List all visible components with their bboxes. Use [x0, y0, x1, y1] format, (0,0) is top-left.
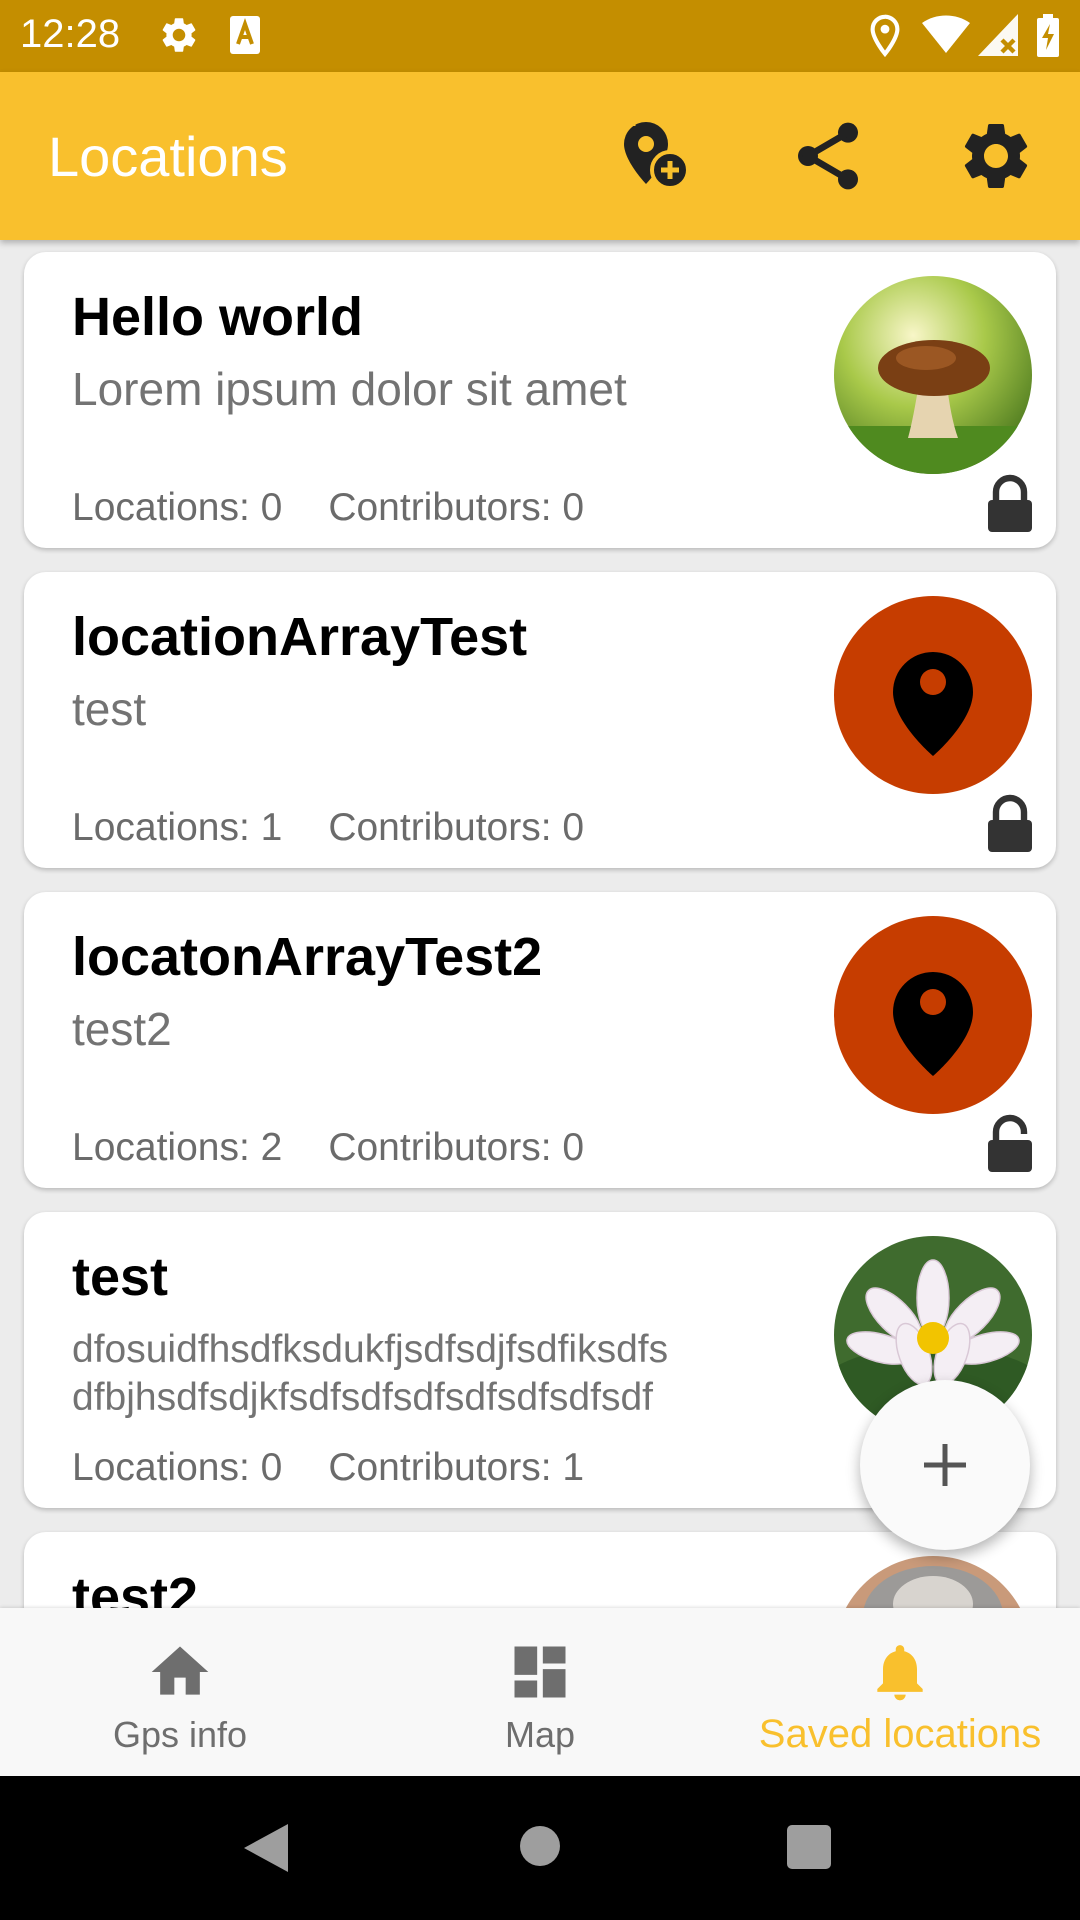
- keyboard-notification-icon: [230, 16, 260, 54]
- mushroom-thumbnail: [834, 276, 1032, 474]
- location-card[interactable]: locationArrayTest test Locations: 1 Contr…: [24, 572, 1056, 868]
- nav-label: Gps info: [112, 1714, 248, 1755]
- nav-item-gps-info[interactable]: Gps info: [0, 1608, 360, 1776]
- cat-thumbnail: [834, 1556, 1032, 1608]
- add-button[interactable]: [860, 1380, 1030, 1550]
- location-status-icon: [870, 14, 900, 58]
- card-meta: Locations: 0 Contributors: 0: [72, 486, 584, 530]
- card-meta: Locations: 0 Contributors: 1: [72, 1446, 584, 1490]
- system-navigation-bar: [0, 1776, 1080, 1920]
- battery-charging-icon: [1037, 14, 1059, 57]
- add-location-icon[interactable]: [616, 116, 696, 196]
- share-icon[interactable]: [788, 116, 868, 196]
- card-description: dfosuidfhsdfksdukfjsdfsdjfsdfiksdfs dfbj…: [72, 1328, 669, 1419]
- card-meta: Locations: 1 Contributors: 0: [72, 806, 584, 850]
- status-bar: 12:28: [0, 0, 1080, 72]
- location-card[interactable]: locatonArrayTest2 test2 Locations: 2 Cont…: [24, 892, 1056, 1188]
- lock-icon: [988, 474, 1032, 532]
- card-meta: Locations: 2 Contributors: 0: [72, 1126, 584, 1170]
- recents-icon[interactable]: [786, 1824, 832, 1870]
- status-time: 12:28: [20, 12, 121, 56]
- plus-icon: [924, 1444, 966, 1486]
- bottom-navigation: Gps info Map Saved locations: [0, 1608, 1080, 1776]
- app-bar: Locations: [0, 72, 1080, 240]
- card-description: Lorem ipsum dolor sit amet: [72, 363, 627, 415]
- contributors-count: Contributors: 0: [328, 1126, 585, 1169]
- card-title: locationArrayTest: [72, 607, 528, 667]
- home-icon: [151, 1646, 209, 1695]
- settings-icon[interactable]: [956, 116, 1036, 196]
- cell-signal-icon: [978, 14, 1018, 56]
- lock-icon: [988, 794, 1032, 852]
- locations-count: Locations: 0: [72, 486, 283, 529]
- card-title: locatonArrayTest2: [72, 927, 543, 987]
- contributors-count: Contributors: 0: [328, 486, 585, 529]
- locations-count: Locations: 1: [72, 806, 283, 849]
- nav-item-map[interactable]: Map: [360, 1608, 720, 1776]
- back-icon[interactable]: [240, 1820, 292, 1876]
- contributors-count: Contributors: 1: [328, 1446, 585, 1489]
- nav-label: Saved locations: [758, 1712, 1042, 1756]
- locations-count: Locations: 2: [72, 1126, 283, 1169]
- page-title: Locations: [48, 125, 288, 188]
- card-title: test: [72, 1247, 169, 1307]
- wifi-icon: [922, 15, 970, 53]
- card-description: test: [72, 683, 147, 735]
- map-pin-icon: [834, 596, 1032, 794]
- contributors-count: Contributors: 0: [328, 806, 585, 849]
- nav-item-saved-locations[interactable]: Saved locations: [720, 1608, 1080, 1776]
- dashboard-icon: [514, 1646, 566, 1698]
- card-description: test2: [72, 1003, 172, 1055]
- settings-notification-icon: [162, 18, 196, 52]
- nav-label: Map: [504, 1714, 576, 1755]
- card-title: test2: [72, 1567, 199, 1608]
- locations-count: Locations: 0: [72, 1446, 283, 1489]
- unlocked-lock-icon: [988, 1114, 1032, 1172]
- bell-icon: [877, 1645, 923, 1701]
- location-card[interactable]: Hello world Lorem ipsum dolor sit amet L…: [24, 252, 1056, 548]
- home-circle-icon[interactable]: [518, 1824, 562, 1868]
- map-pin-icon: [834, 916, 1032, 1114]
- card-title: Hello world: [72, 287, 364, 347]
